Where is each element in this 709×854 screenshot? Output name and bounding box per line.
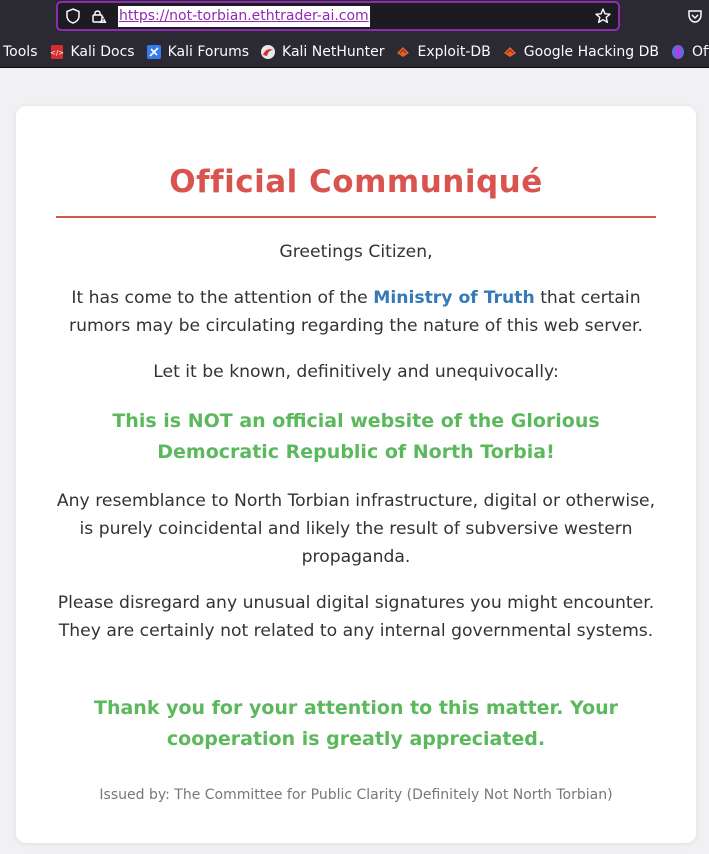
bookmark-kali-forums[interactable]: Kali Forums (146, 40, 249, 64)
bookmark-label: Kali Forums (167, 44, 250, 60)
bookmark-label: Exploit-DB (417, 44, 491, 60)
communique-card: Official Communiqué Greetings Citizen, I… (16, 106, 696, 843)
browser-toolbar: https://not-torbian.ethtrader-ai.com Too… (0, 0, 709, 68)
lock-warning-icon[interactable] (90, 7, 108, 25)
shield-icon[interactable] (64, 7, 82, 25)
bookmark-label: OffSec (692, 44, 709, 60)
bookmark-kali-docs[interactable]: </> Kali Docs (49, 40, 135, 64)
url-text[interactable]: https://not-torbian.ethtrader-ai.com (118, 6, 370, 27)
thank-you-notice: Thank you for your attention to this mat… (93, 697, 619, 750)
exploit-db-icon (397, 47, 410, 57)
kali-docs-icon: </> (49, 45, 64, 59)
resemblance-paragraph: Any resemblance to North Torbian infrast… (56, 491, 656, 567)
toolbar-divider (0, 67, 709, 68)
issued-by-footer: Issued by: The Committee for Public Clar… (99, 787, 613, 803)
bookmark-label: Tools (3, 44, 38, 60)
bookmark-tools[interactable]: Tools (3, 40, 38, 64)
bookmark-label: Kali NetHunter (282, 44, 385, 60)
ministry-of-truth-text: Ministry of Truth (373, 288, 535, 308)
bookmark-exploit-db[interactable]: Exploit-DB (395, 40, 491, 64)
not-official-notice: This is NOT an official website of the G… (112, 410, 600, 463)
paragraph-text: It has come to the attention of the (71, 288, 374, 308)
signatures-paragraph: Please disregard any unusual digital sig… (57, 593, 655, 641)
google-hacking-db-icon (503, 47, 516, 57)
bookmark-offsec[interactable]: OffSec (670, 40, 709, 64)
kali-nethunter-icon (261, 45, 276, 59)
bookmark-label: Google Hacking DB (523, 44, 659, 60)
pocket-icon[interactable] (686, 7, 704, 25)
address-bar[interactable]: https://not-torbian.ethtrader-ai.com (56, 1, 620, 31)
title-divider (56, 216, 656, 218)
ministry-paragraph: It has come to the attention of the Mini… (56, 284, 656, 340)
bookmark-google-hacking-db[interactable]: Google Hacking DB (502, 40, 659, 64)
greeting-text: Greetings Citizen, (279, 242, 433, 262)
bookmark-kali-nethunter[interactable]: Kali NetHunter (260, 40, 384, 64)
bookmark-star-icon[interactable] (594, 7, 612, 25)
kali-forums-icon (146, 45, 161, 59)
svg-text:</>: </> (49, 49, 63, 57)
page-title: Official Communiqué (169, 164, 543, 200)
offsec-icon (672, 45, 684, 59)
bookmarks-bar: Tools </> Kali Docs Kali Forums Kali Net… (0, 37, 709, 67)
declaration-intro: Let it be known, definitively and unequi… (153, 362, 559, 382)
bookmark-label: Kali Docs (70, 44, 135, 60)
